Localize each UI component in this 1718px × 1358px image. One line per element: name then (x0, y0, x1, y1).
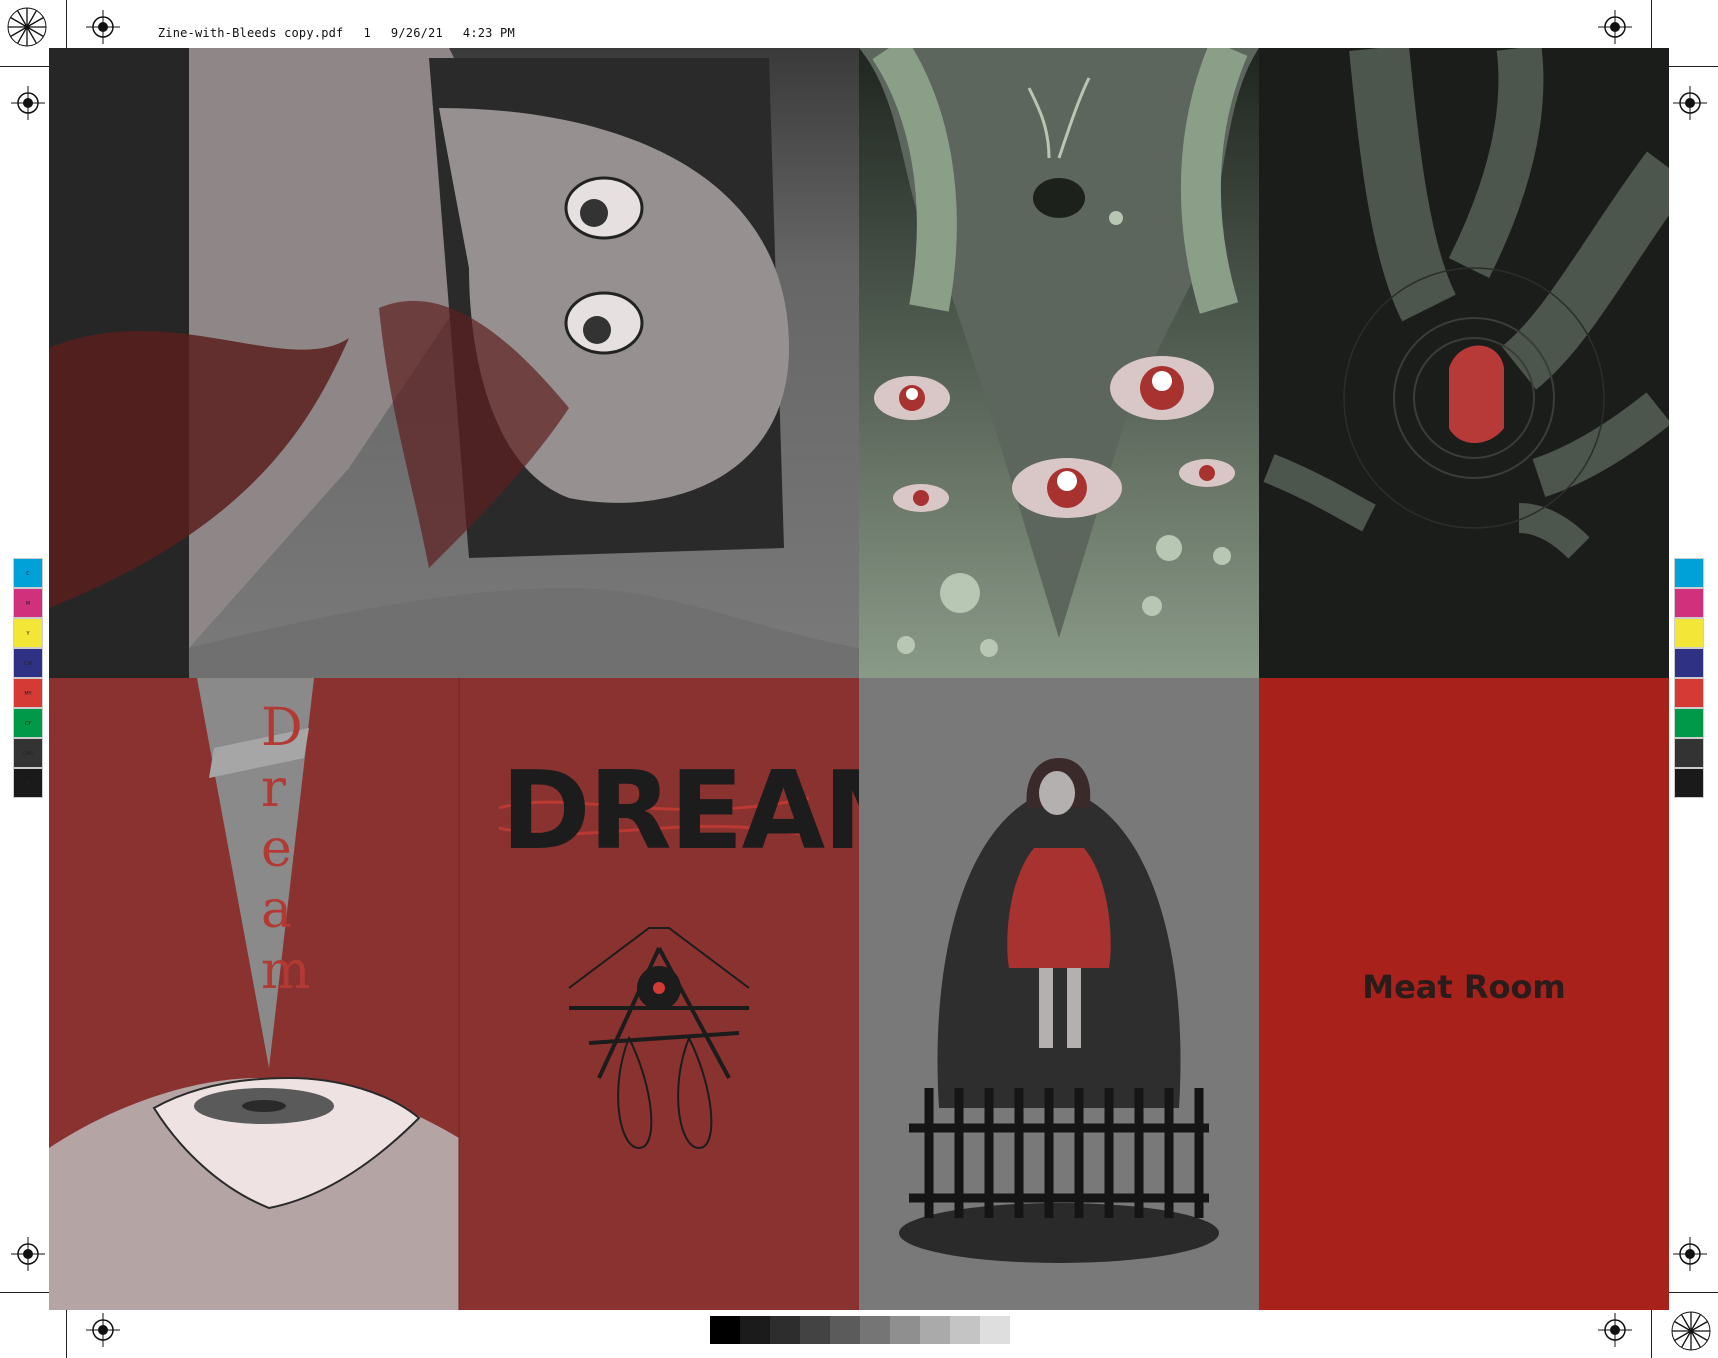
color-swatch: CY (13, 708, 43, 738)
crop-line-bottom-left-h (0, 1292, 49, 1293)
zine-sheet: D r e a m DREAM Meat Room (49, 48, 1669, 1310)
color-swatch (1674, 618, 1704, 648)
crop-line-top-left-h (0, 66, 49, 67)
zine-artwork: D r e a m DREAM Meat Room (49, 48, 1669, 1310)
dream-vertical-letter: D (261, 698, 303, 758)
color-swatch: K (13, 768, 43, 798)
meat-room-title: Meat Room (1362, 968, 1566, 1006)
color-swatch (1674, 708, 1704, 738)
color-swatch: CM (13, 648, 43, 678)
registration-mark-icon (11, 1237, 45, 1271)
gray-ramp-swatch (860, 1316, 890, 1344)
crop-line-top-right-h (1669, 66, 1718, 67)
gray-ramp-swatch (770, 1316, 800, 1344)
panel-dream-knife: D r e a m (49, 678, 459, 1310)
print-header: Zine-with-Bleeds copy.pdf 1 9/26/21 4:23 PM (143, 12, 535, 40)
starburst-target-icon (7, 7, 47, 47)
header-page: 1 (363, 26, 371, 40)
gray-ramp-swatch (980, 1316, 1010, 1344)
gray-ramp-swatch (710, 1316, 740, 1344)
registration-mark-icon (86, 1313, 120, 1347)
registration-mark-icon (86, 10, 120, 44)
crop-line-top-left-v (66, 0, 67, 48)
registration-mark-icon (1673, 1237, 1707, 1271)
gray-ramp-swatch (890, 1316, 920, 1344)
crop-line-bottom-left-v (66, 1310, 67, 1358)
color-swatch: Y (13, 618, 43, 648)
gray-ramp-swatch (740, 1316, 770, 1344)
crop-line-bottom-right-v (1651, 1310, 1652, 1358)
registration-mark-icon (11, 86, 45, 120)
dream-vertical-letter: e (261, 819, 292, 879)
color-swatch: M (13, 588, 43, 618)
crop-line-top-right-v (1651, 0, 1652, 48)
color-swatch: C (13, 558, 43, 588)
gray-ramp-swatch (920, 1316, 950, 1344)
color-bar-left: C M Y CM MY CY CMY K (13, 558, 43, 798)
color-swatch (1674, 588, 1704, 618)
gray-ramp-bar (710, 1316, 1010, 1344)
color-swatch (1674, 768, 1704, 798)
panel-dream-title: DREAM (458, 678, 931, 1310)
starburst-target-icon (1671, 1311, 1711, 1351)
crop-line-bottom-right-h (1669, 1292, 1718, 1293)
registration-mark-icon (1598, 1313, 1632, 1347)
red-dress (1007, 848, 1111, 968)
registration-mark-icon (1673, 86, 1707, 120)
header-filename: Zine-with-Bleeds copy.pdf (157, 26, 344, 40)
color-swatch (1674, 738, 1704, 768)
color-swatch (1674, 648, 1704, 678)
color-swatch (1674, 678, 1704, 708)
panel-green-eyes (859, 48, 1259, 678)
color-swatch (1674, 558, 1704, 588)
dream-vertical-letter: m (261, 941, 310, 1001)
dream-vertical-letter: a (261, 880, 292, 940)
gray-ramp-swatch (800, 1316, 830, 1344)
registration-mark-icon (1598, 10, 1632, 44)
color-swatch: CMY (13, 738, 43, 768)
panel-hands (1259, 48, 1669, 678)
panel-meat-room: Meat Room (1259, 678, 1669, 1310)
color-bar-right (1674, 558, 1704, 798)
heart-shape (1449, 345, 1504, 443)
panel-face (49, 48, 859, 678)
dream-vertical-letter: r (261, 759, 286, 819)
color-swatch: MY (13, 678, 43, 708)
panel-girl-cage (859, 678, 1259, 1310)
header-date: 9/26/21 (390, 26, 443, 40)
header-time: 4:23 PM (462, 26, 515, 40)
gray-ramp-swatch (830, 1316, 860, 1344)
gray-ramp-swatch (950, 1316, 980, 1344)
